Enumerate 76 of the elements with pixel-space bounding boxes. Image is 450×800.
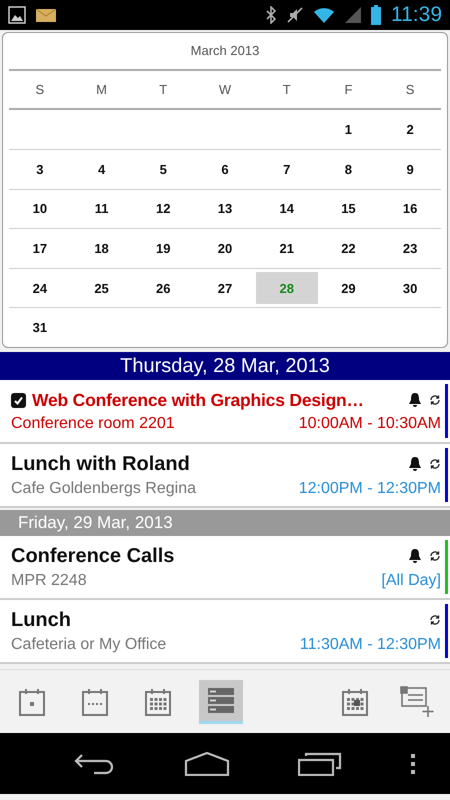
calendar-day[interactable]: 3: [9, 152, 71, 186]
event-item[interactable]: Web Conference with Graphics Design… Conference room 2201 10:00AM - 10:30AM: [0, 380, 450, 444]
event-title: Conference Calls: [11, 544, 176, 568]
battery-icon: [371, 5, 381, 25]
event-title: Lunch: [11, 608, 72, 632]
calendar-day[interactable]: 5: [132, 152, 194, 186]
event-title: Lunch with Roland: [11, 452, 191, 476]
calendar-day[interactable]: 8: [318, 152, 380, 186]
calendar-icon[interactable]: [340, 686, 370, 716]
wifi-icon: [313, 7, 335, 23]
picture-notification-icon: [8, 6, 26, 24]
event-location: Conference room 2201: [11, 414, 176, 432]
calendar-day[interactable]: 9: [379, 152, 441, 186]
menu-button[interactable]: [410, 754, 416, 774]
calendar-day[interactable]: 25: [70, 272, 132, 304]
calendar-day[interactable]: 31: [9, 311, 71, 344]
calendar-day[interactable]: 30: [379, 272, 441, 304]
calendar-day[interactable]: 24: [9, 272, 71, 304]
date-header-text: Friday, 29 Mar, 2013: [18, 513, 173, 533]
event-time: 10:00AM - 10:30AM: [298, 414, 441, 432]
calendar-day[interactable]: 15: [318, 192, 380, 226]
add-event-icon[interactable]: [400, 686, 436, 718]
signal-icon: [345, 7, 361, 23]
agenda-view-icon[interactable]: [207, 686, 235, 714]
calendar-day[interactable]: 13: [194, 192, 256, 226]
task-checkbox[interactable]: [11, 392, 26, 408]
weekday-label: F: [344, 82, 352, 98]
mail-icon: [36, 8, 56, 22]
event-location: MPR 2248: [11, 572, 88, 590]
weekday-label: T: [159, 82, 168, 98]
month-title: March 2013: [190, 43, 260, 58]
calendar-day[interactable]: 20: [194, 232, 256, 265]
event-title: Web Conference with Graphics Design…: [32, 390, 365, 410]
event-item[interactable]: Lunch Cafeteria or My Office 11:30AM - 12:30PM: [0, 600, 450, 664]
clock-time: 11:39: [391, 3, 442, 27]
calendar-day[interactable]: 6: [194, 152, 256, 186]
calendar-day[interactable]: 22: [318, 232, 380, 265]
event-time: 11:30AM - 12:30PM: [300, 636, 441, 654]
event-location: Cafeteria or My Office: [11, 636, 168, 654]
calendar-day[interactable]: 1: [318, 113, 380, 146]
weekday-label: S: [36, 82, 44, 98]
event-item[interactable]: Conference Calls MPR 2248 [All Day]: [0, 536, 450, 600]
home-button[interactable]: [184, 752, 230, 776]
calendar-day[interactable]: 11: [70, 192, 132, 226]
calendar-day[interactable]: 21: [256, 232, 318, 265]
weekday-label: T: [282, 82, 291, 98]
month-view-icon[interactable]: [143, 686, 173, 716]
day-view-icon[interactable]: [17, 686, 47, 716]
weekday-label: M: [96, 82, 107, 98]
calendar-day[interactable]: 17: [9, 232, 71, 265]
calendar-day[interactable]: 16: [379, 192, 441, 226]
calendar-day[interactable]: 12: [132, 192, 194, 226]
calendar-day[interactable]: 7: [256, 152, 318, 186]
calendar-day[interactable]: 23: [379, 232, 441, 265]
event-location: Cafe Goldenbergs Regina: [11, 480, 198, 498]
bluetooth-icon: [265, 6, 277, 24]
muted-icon: [287, 7, 303, 23]
event-time: [All Day]: [381, 572, 441, 590]
calendar-day[interactable]: 26: [132, 272, 194, 304]
calendar-day[interactable]: 4: [70, 152, 132, 186]
calendar-day[interactable]: 18: [70, 232, 132, 265]
calendar-day[interactable]: 19: [132, 232, 194, 265]
calendar-day[interactable]: 29: [318, 272, 380, 304]
back-button[interactable]: [74, 752, 116, 774]
view-button[interactable]: [199, 680, 243, 724]
week-view-icon[interactable]: [80, 686, 110, 716]
event-item[interactable]: Lunch with Roland Cafe Goldenbergs Regina 12:00PM - 12:30PM: [0, 444, 450, 508]
weekday-label: W: [218, 82, 232, 98]
calendar-day[interactable]: 10: [9, 192, 71, 226]
calendar-day[interactable]: 27: [194, 272, 256, 304]
date-header-text: Thursday, 28 Mar, 2013: [120, 354, 330, 378]
event-time: 12:00PM - 12:30PM: [298, 480, 441, 498]
calendar-day[interactable]: 14: [256, 192, 318, 226]
calendar-day[interactable]: 2: [379, 113, 441, 146]
recent-apps-button[interactable]: [298, 752, 342, 776]
weekday-label: S: [406, 82, 414, 98]
